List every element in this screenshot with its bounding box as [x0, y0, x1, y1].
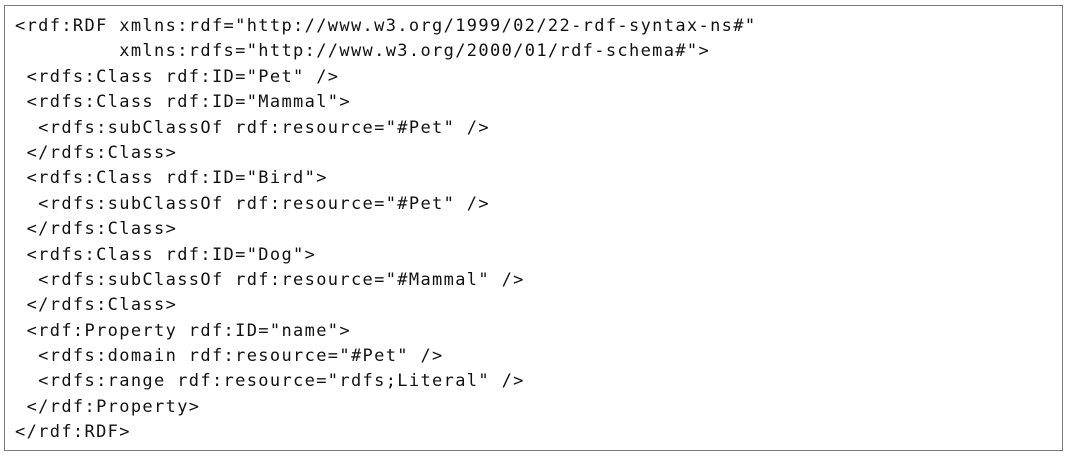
code-line: <rdfs:domain rdf:resource="#Pet" />	[15, 346, 444, 367]
code-line: <rdfs:Class rdf:ID="Pet" />	[15, 66, 340, 87]
code-line: </rdfs:Class>	[15, 142, 178, 163]
code-line: </rdfs:Class>	[15, 295, 178, 316]
code-line: <rdfs:Class rdf:ID="Bird">	[15, 168, 328, 189]
code-line: <rdfs:subClassOf rdf:resource="#Pet" />	[15, 117, 490, 138]
code-line: <rdfs:Class rdf:ID="Mammal">	[15, 92, 351, 113]
code-line: </rdf:RDF>	[15, 422, 131, 443]
code-line: <rdfs:Class rdf:ID="Dog">	[15, 244, 317, 265]
code-line: <rdf:Property rdf:ID="name">	[15, 320, 351, 341]
code-line: </rdf:Property>	[15, 396, 201, 417]
code-listing: <rdf:RDF xmlns:rdf="http://www.w3.org/19…	[15, 14, 756, 446]
code-line: <rdfs:range rdf:resource="rdfs;Literal" …	[15, 371, 525, 392]
code-line: <rdf:RDF xmlns:rdf="http://www.w3.org/19…	[15, 16, 757, 36]
code-listing-frame: <rdf:RDF xmlns:rdf="http://www.w3.org/19…	[4, 5, 1063, 451]
code-line: </rdfs:Class>	[15, 219, 178, 240]
code-line: <rdfs:subClassOf rdf:resource="#Mammal" …	[15, 269, 525, 290]
code-line: xmlns:rdfs="http://www.w3.org/2000/01/rd…	[15, 41, 711, 62]
code-line: <rdfs:subClassOf rdf:resource="#Pet" />	[15, 193, 490, 214]
